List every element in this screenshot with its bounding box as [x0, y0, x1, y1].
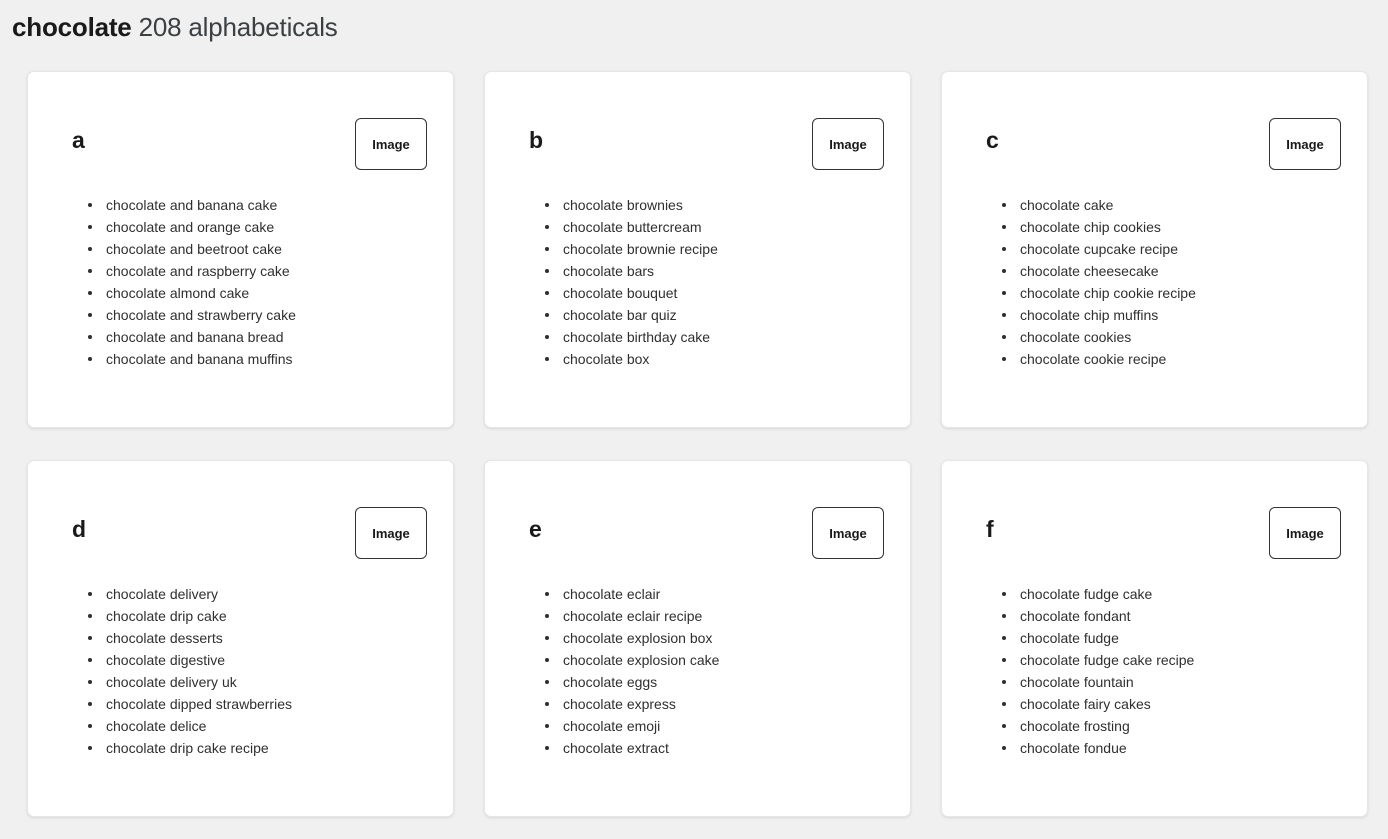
page-title-keyword: chocolate — [12, 12, 132, 42]
keyword-list-item[interactable]: chocolate brownies — [545, 194, 886, 216]
card-header: d Image — [52, 489, 429, 565]
keyword-list-item[interactable]: chocolate almond cake — [88, 282, 429, 304]
image-placeholder-box[interactable]: Image — [1269, 118, 1341, 170]
card-header: e Image — [509, 489, 886, 565]
keyword-list-item[interactable]: chocolate chip cookie recipe — [1002, 282, 1343, 304]
keyword-list-item[interactable]: chocolate and orange cake — [88, 216, 429, 238]
card-letter-heading: c — [986, 127, 999, 153]
keyword-list-item[interactable]: chocolate cookie recipe — [1002, 348, 1343, 370]
page-root: chocolate 208 alphabeticals a Image chocol… — [0, 0, 1388, 839]
alphabetical-card-c: c Image chocolate cake chocolate chip cooki… — [941, 71, 1368, 428]
keyword-list-item[interactable]: chocolate cheesecake — [1002, 260, 1343, 282]
keyword-list-item[interactable]: chocolate birthday cake — [545, 326, 886, 348]
keyword-list: chocolate cake chocolate chip cookies choc… — [966, 194, 1343, 370]
keyword-list-item[interactable]: chocolate drip cake recipe — [88, 737, 429, 759]
keyword-list-item[interactable]: chocolate eggs — [545, 671, 886, 693]
keyword-list-item[interactable]: chocolate and beetroot cake — [88, 238, 429, 260]
keyword-list-item[interactable]: chocolate explosion box — [545, 627, 886, 649]
keyword-list-item[interactable]: chocolate extract — [545, 737, 886, 759]
keyword-list-item[interactable]: chocolate delice — [88, 715, 429, 737]
alphabetical-card-grid: a Image chocolate and banana cake chocolate… — [0, 49, 1388, 833]
keyword-list-item[interactable]: chocolate and banana cake — [88, 194, 429, 216]
card-header: c Image — [966, 100, 1343, 176]
keyword-list-item[interactable]: chocolate delivery — [88, 583, 429, 605]
card-letter-heading: d — [72, 516, 87, 542]
page-title-summary: 208 alphabeticals — [131, 12, 338, 42]
keyword-list-item[interactable]: chocolate chip muffins — [1002, 304, 1343, 326]
keyword-list-item[interactable]: chocolate bars — [545, 260, 886, 282]
keyword-list-item[interactable]: chocolate cupcake recipe — [1002, 238, 1343, 260]
keyword-list-item[interactable]: chocolate and strawberry cake — [88, 304, 429, 326]
keyword-list: chocolate delivery chocolate drip cake cho… — [52, 583, 429, 759]
keyword-list-item[interactable]: chocolate explosion cake — [545, 649, 886, 671]
image-placeholder-box[interactable]: Image — [355, 507, 427, 559]
image-placeholder-box[interactable]: Image — [1269, 507, 1341, 559]
keyword-list-item[interactable]: chocolate and banana bread — [88, 326, 429, 348]
keyword-list-item[interactable]: chocolate desserts — [88, 627, 429, 649]
keyword-list-item[interactable]: chocolate eclair — [545, 583, 886, 605]
image-placeholder-box[interactable]: Image — [812, 118, 884, 170]
keyword-list: chocolate fudge cake chocolate fondant cho… — [966, 583, 1343, 759]
image-placeholder-box[interactable]: Image — [355, 118, 427, 170]
keyword-list-item[interactable]: chocolate and banana muffins — [88, 348, 429, 370]
keyword-list: chocolate and banana cake chocolate and o… — [52, 194, 429, 370]
image-placeholder-box[interactable]: Image — [812, 507, 884, 559]
alphabetical-card-b: b Image chocolate brownies chocolate butter… — [484, 71, 911, 428]
keyword-list-item[interactable]: chocolate fudge cake — [1002, 583, 1343, 605]
keyword-list-item[interactable]: chocolate fountain — [1002, 671, 1343, 693]
keyword-list-item[interactable]: chocolate express — [545, 693, 886, 715]
keyword-list-item[interactable]: chocolate cake — [1002, 194, 1343, 216]
keyword-list-item[interactable]: chocolate and raspberry cake — [88, 260, 429, 282]
keyword-list-item[interactable]: chocolate digestive — [88, 649, 429, 671]
card-letter-heading: b — [529, 127, 544, 153]
keyword-list-item[interactable]: chocolate box — [545, 348, 886, 370]
keyword-list-item[interactable]: chocolate fudge cake recipe — [1002, 649, 1343, 671]
keyword-list-item[interactable]: chocolate chip cookies — [1002, 216, 1343, 238]
card-header: a Image — [52, 100, 429, 176]
keyword-list-item[interactable]: chocolate fairy cakes — [1002, 693, 1343, 715]
keyword-list-item[interactable]: chocolate bar quiz — [545, 304, 886, 326]
keyword-list-item[interactable]: chocolate bouquet — [545, 282, 886, 304]
keyword-list-item[interactable]: chocolate brownie recipe — [545, 238, 886, 260]
keyword-list-item[interactable]: chocolate fondue — [1002, 737, 1343, 759]
card-letter-heading: f — [986, 516, 994, 542]
alphabetical-card-f: f Image chocolate fudge cake chocolate fond… — [941, 460, 1368, 817]
keyword-list-item[interactable]: chocolate emoji — [545, 715, 886, 737]
card-letter-heading: a — [72, 127, 85, 153]
keyword-list-item[interactable]: chocolate frosting — [1002, 715, 1343, 737]
keyword-list-item[interactable]: chocolate drip cake — [88, 605, 429, 627]
page-title: chocolate 208 alphabeticals — [0, 0, 1388, 49]
keyword-list-item[interactable]: chocolate buttercream — [545, 216, 886, 238]
card-letter-heading: e — [529, 516, 542, 542]
keyword-list: chocolate brownies chocolate buttercream c… — [509, 194, 886, 370]
keyword-list: chocolate eclair chocolate eclair recipe c… — [509, 583, 886, 759]
keyword-list-item[interactable]: chocolate cookies — [1002, 326, 1343, 348]
card-header: f Image — [966, 489, 1343, 565]
keyword-list-item[interactable]: chocolate eclair recipe — [545, 605, 886, 627]
keyword-list-item[interactable]: chocolate fudge — [1002, 627, 1343, 649]
alphabetical-card-a: a Image chocolate and banana cake chocolate… — [27, 71, 454, 428]
alphabetical-card-d: d Image chocolate delivery chocolate drip c… — [27, 460, 454, 817]
card-header: b Image — [509, 100, 886, 176]
alphabetical-card-e: e Image chocolate eclair chocolate eclair r… — [484, 460, 911, 817]
keyword-list-item[interactable]: chocolate fondant — [1002, 605, 1343, 627]
keyword-list-item[interactable]: chocolate dipped strawberries — [88, 693, 429, 715]
keyword-list-item[interactable]: chocolate delivery uk — [88, 671, 429, 693]
